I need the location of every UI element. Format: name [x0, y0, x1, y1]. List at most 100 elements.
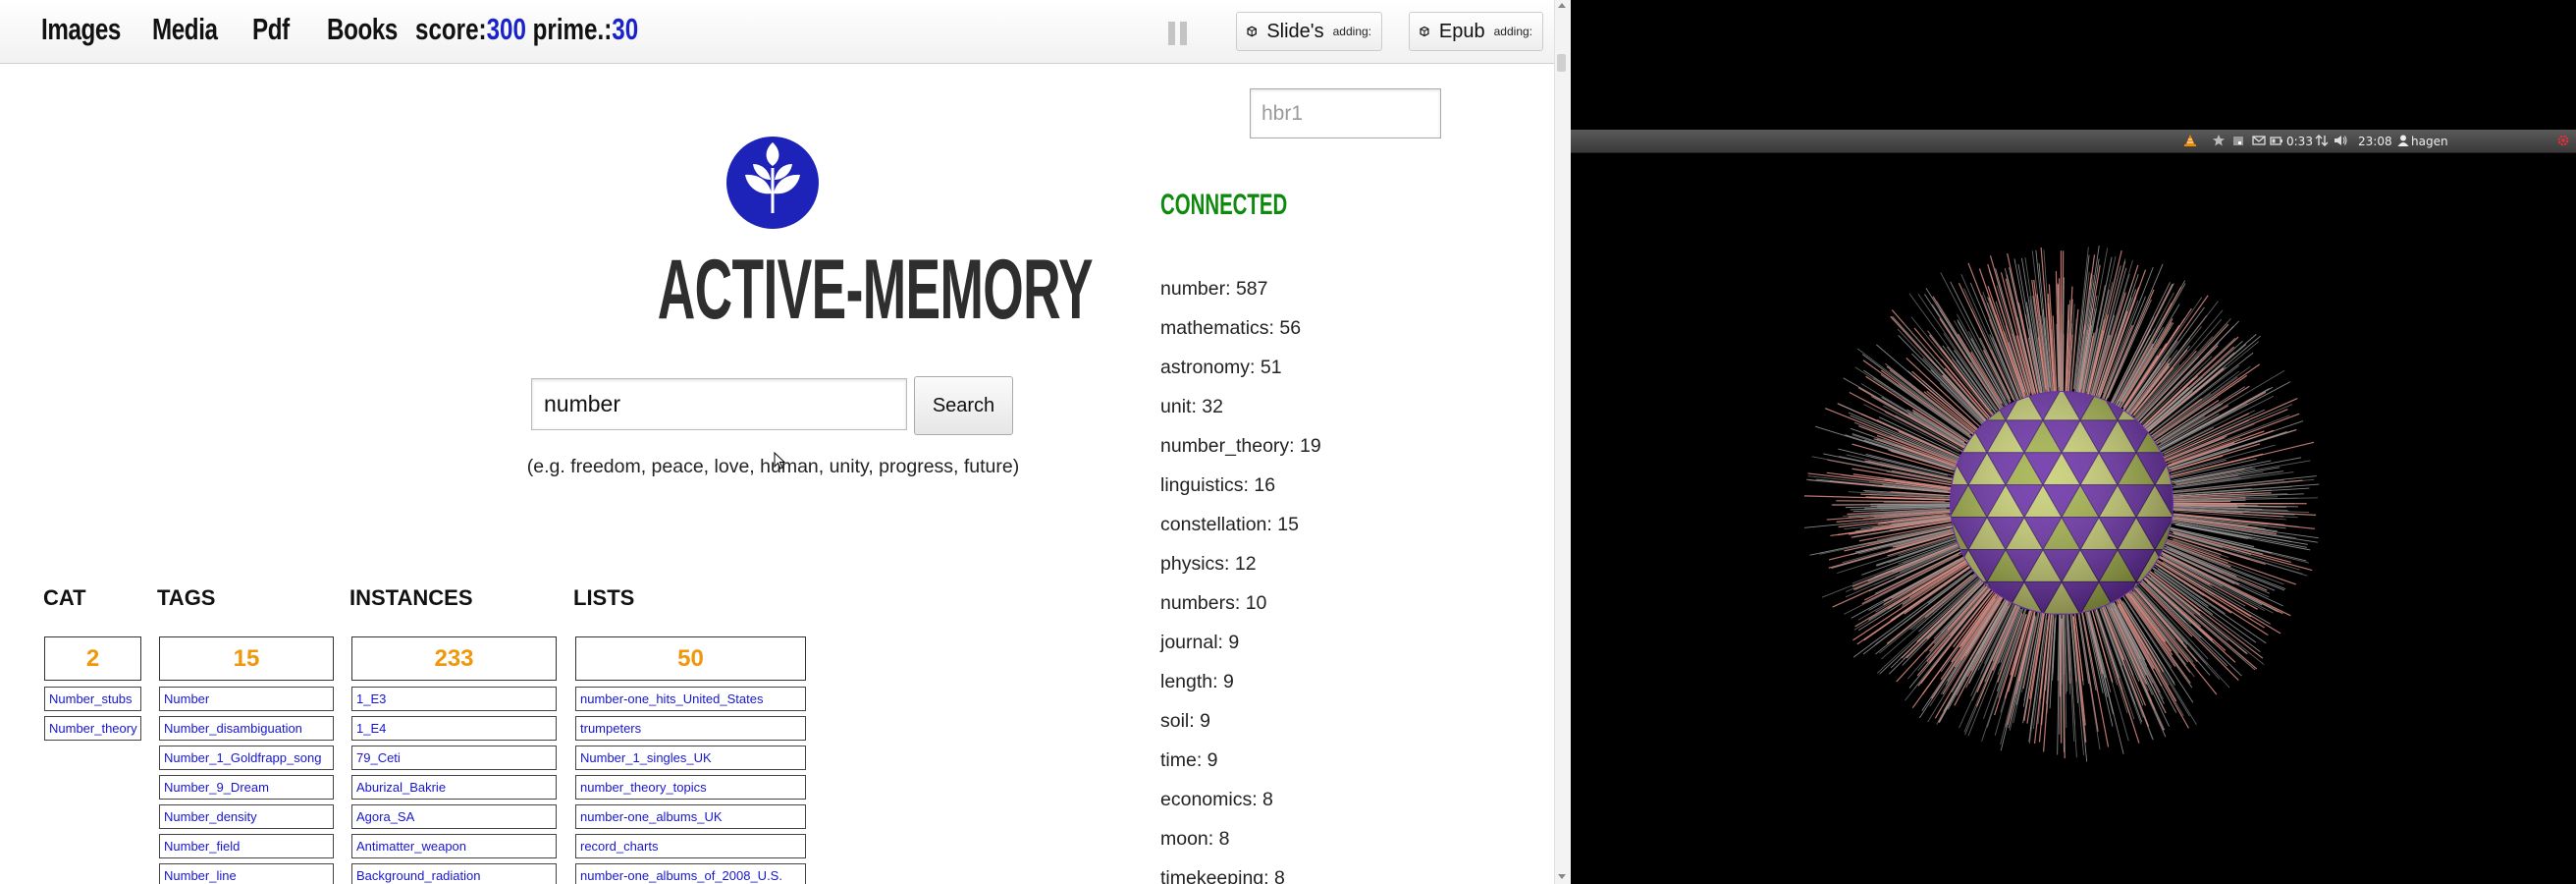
tag-item[interactable]: Number_9_Dream — [159, 775, 334, 800]
clock[interactable]: 23:08 — [2358, 134, 2392, 149]
tag-item[interactable]: Number_1_Goldfrapp_song — [159, 746, 334, 770]
topic-stat: unit: 32 — [1160, 396, 1223, 417]
instance-item[interactable]: Antimatter_weapon — [351, 834, 557, 858]
nav-books-link[interactable]: Books — [327, 12, 398, 47]
vlc-cone-icon[interactable] — [2183, 134, 2197, 147]
score-display: score:300 prime.:30 — [415, 12, 638, 47]
topic-stat: moon: 8 — [1160, 828, 1230, 850]
sphere-spike — [1870, 503, 1963, 505]
sphere-shading — [1951, 392, 2173, 614]
brand-title: ACTIVE-MEMORY — [658, 248, 1094, 332]
list-item[interactable]: record_charts — [575, 834, 806, 858]
tag-item[interactable]: Number — [159, 687, 334, 711]
tags-heading: TAGS — [157, 585, 216, 610]
list-item[interactable]: Number_1_singles_UK — [575, 746, 806, 770]
slides-adding-label: adding: — [1332, 25, 1371, 38]
instance-item[interactable]: Background_radiation — [351, 863, 557, 884]
list-item[interactable]: number-one_hits_United_States — [575, 687, 806, 711]
scrollbar-thumb[interactable] — [1557, 54, 1566, 72]
instance-item[interactable]: 1_E3 — [351, 687, 557, 711]
slides-button-label: Slide's — [1266, 20, 1324, 42]
list-item[interactable]: trumpeters — [575, 716, 806, 741]
topic-stat: number: 587 — [1160, 278, 1268, 300]
topic-stat: constellation: 15 — [1160, 514, 1299, 535]
instance-item[interactable]: Agora_SA — [351, 804, 557, 829]
mail-icon[interactable] — [2252, 134, 2266, 147]
nav-images-link[interactable]: Images — [41, 12, 121, 47]
sphere-triangle — [1856, 323, 1894, 356]
user-icon — [2397, 135, 2409, 146]
topic-stat: astronomy: 51 — [1160, 357, 1282, 378]
cube-icon — [1247, 26, 1257, 37]
browser-window: Images Media Pdf Books score:300 prime.:… — [0, 0, 1571, 884]
lists-heading: LISTS — [573, 585, 635, 610]
sphere-triangle — [1838, 356, 1875, 388]
cat-heading: CAT — [43, 585, 86, 610]
instances-heading: INSTANCES — [349, 585, 473, 610]
nav-media-link[interactable]: Media — [152, 12, 218, 47]
instance-item[interactable]: Aburizal_Bakrie — [351, 775, 557, 800]
spiky-sphere-visualization — [1803, 246, 2320, 762]
cat-item-number-theory[interactable]: Number_theory — [44, 716, 141, 741]
topic-stat: physics: 12 — [1160, 553, 1257, 575]
epub-button-label: Epub — [1438, 20, 1485, 42]
battery-icon[interactable] — [2270, 134, 2283, 147]
tag-item[interactable]: Number_line — [159, 863, 334, 884]
disk-icon[interactable] — [2231, 134, 2245, 147]
instance-item[interactable]: 1_E4 — [351, 716, 557, 741]
tag-item[interactable]: Number_disambiguation — [159, 716, 334, 741]
volume-icon[interactable] — [2334, 134, 2347, 147]
tag-item[interactable]: Number_field — [159, 834, 334, 858]
pause-bar-left — [1168, 22, 1175, 45]
top-navigation-bar: Images Media Pdf Books score:300 prime.:… — [0, 0, 1554, 64]
vertical-scrollbar[interactable] — [1554, 0, 1571, 884]
topic-stat: time: 9 — [1160, 749, 1218, 771]
system-panel: 0:33 23:08 hagen — [1571, 130, 2576, 153]
list-item[interactable]: number-one_albums_of_2008_U.S. — [575, 863, 806, 884]
battery-time: 0:33 — [2286, 135, 2313, 148]
prime-label: prime.: — [532, 12, 613, 46]
tag-item[interactable]: Number_density — [159, 804, 334, 829]
tags-count: 15 — [159, 636, 334, 681]
sphere-spike — [1836, 500, 1946, 503]
connection-status: CONNECTED — [1160, 189, 1288, 221]
cube-icon — [1420, 26, 1429, 37]
power-gear-icon[interactable] — [2556, 134, 2570, 147]
logo-plant-icon — [726, 137, 819, 229]
scroll-up-arrow-icon[interactable] — [1558, 3, 1566, 8]
topic-stat: mathematics: 56 — [1160, 317, 1302, 339]
star-icon[interactable] — [2212, 134, 2226, 147]
search-button[interactable]: Search — [914, 376, 1013, 435]
network-arrows-icon[interactable] — [2315, 134, 2329, 147]
topic-stat: numbers: 10 — [1160, 592, 1267, 614]
epub-button[interactable]: Epub adding: — [1409, 12, 1543, 51]
prime-value: 30 — [612, 12, 639, 46]
list-item[interactable]: number_theory_topics — [575, 775, 806, 800]
topic-stat: journal: 9 — [1160, 632, 1240, 653]
pause-button[interactable] — [1168, 22, 1190, 45]
pause-bar-right — [1180, 22, 1187, 45]
video-player-window: 0:33 23:08 hagen — [1571, 0, 2576, 884]
topic-stat: length: 9 — [1160, 671, 1234, 692]
score-value: 300 — [486, 12, 526, 46]
score-label: score: — [415, 12, 487, 46]
username[interactable]: hagen — [2411, 134, 2448, 149]
instances-count: 233 — [351, 636, 557, 681]
scroll-down-arrow-icon[interactable] — [1558, 874, 1566, 879]
user-code-input[interactable] — [1250, 88, 1441, 138]
brand-title-text: ACTIVE-MEMORY — [657, 243, 1094, 337]
search-input[interactable] — [531, 378, 907, 430]
topic-stat: timekeeping: 8 — [1160, 867, 1285, 884]
epub-adding-label: adding: — [1493, 25, 1532, 38]
topic-stat: linguistics: 16 — [1160, 474, 1276, 496]
topic-stat: soil: 9 — [1160, 710, 1210, 732]
topic-stat: economics: 8 — [1160, 789, 1273, 810]
mouse-cursor-icon — [774, 452, 785, 470]
lists-count: 50 — [575, 636, 806, 681]
cat-item-number-stubs[interactable]: Number_stubs — [44, 687, 141, 711]
nav-pdf-link[interactable]: Pdf — [252, 12, 290, 47]
cat-count: 2 — [44, 636, 141, 681]
slides-button[interactable]: Slide's adding: — [1236, 12, 1382, 51]
list-item[interactable]: number-one_albums_UK — [575, 804, 806, 829]
instance-item[interactable]: 79_Ceti — [351, 746, 557, 770]
